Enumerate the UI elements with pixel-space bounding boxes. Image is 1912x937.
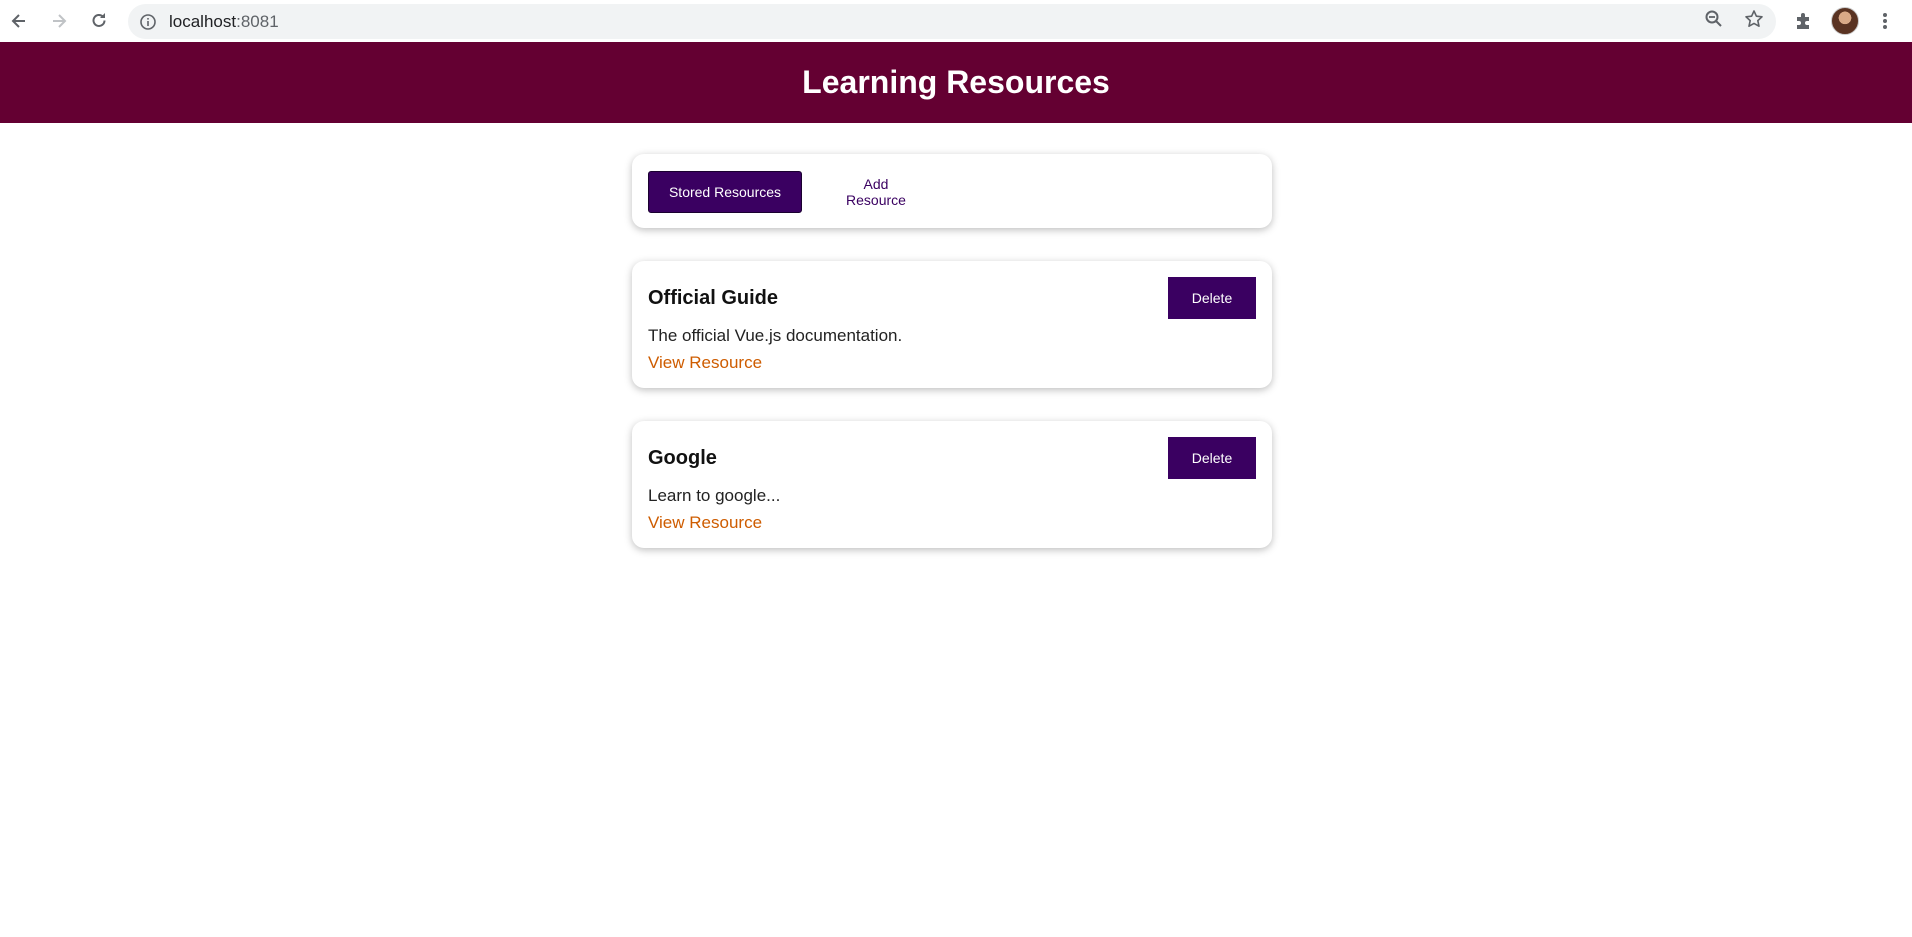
zoom-out-icon[interactable] [1702,7,1726,31]
forward-arrow-icon[interactable] [45,7,73,35]
star-icon[interactable] [1742,7,1766,31]
address-bar[interactable]: localhost:8081 [128,4,1776,39]
resource-card: Google Delete Learn to google... View Re… [632,421,1272,548]
tab-bar-card: Stored Resources Add Resource [632,154,1272,228]
tab-stored-resources[interactable]: Stored Resources [648,171,802,213]
resource-card: Official Guide Delete The official Vue.j… [632,261,1272,388]
url-text: localhost:8081 [169,12,279,32]
view-resource-link[interactable]: View Resource [648,353,762,373]
resource-description: The official Vue.js documentation. [648,326,903,345]
tab-add-resource[interactable]: Add Resource [828,171,924,213]
resource-title: Official Guide [648,287,779,309]
app-header: Learning Resources [0,42,1912,123]
url-port: :8081 [236,12,279,31]
puzzle-icon[interactable] [1790,7,1818,35]
avatar[interactable] [1831,7,1859,35]
profile-avatar-icon [1831,7,1859,35]
view-resource-link[interactable]: View Resource [648,513,762,533]
info-icon[interactable] [139,13,157,31]
kebab-menu-icon[interactable] [1871,7,1899,35]
resource-title: Google [648,447,717,469]
resource-description: Learn to google... [648,486,781,505]
back-arrow-icon[interactable] [5,7,33,35]
page-title: Learning Resources [802,64,1110,100]
browser-toolbar: localhost:8081 [0,0,1912,43]
reload-icon[interactable] [85,7,113,35]
delete-button[interactable]: Delete [1168,277,1256,319]
delete-button[interactable]: Delete [1168,437,1256,479]
url-host: localhost [169,12,237,31]
